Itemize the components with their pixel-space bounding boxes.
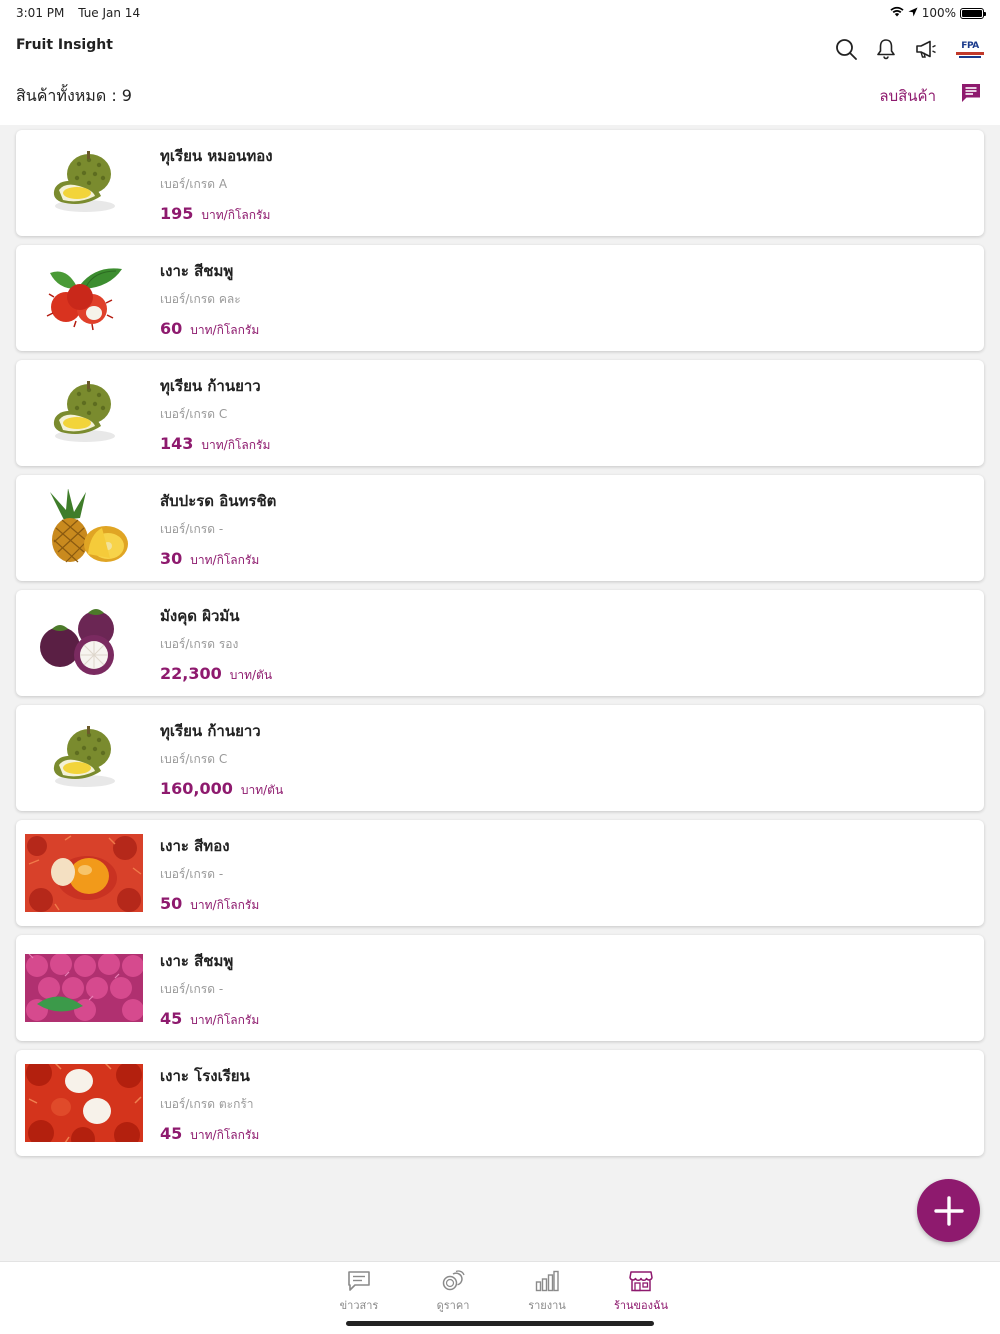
- product-price: 45 บาท/กิโลกรัม: [160, 1009, 259, 1030]
- product-price: 60 บาท/กิโลกรัม: [160, 319, 259, 340]
- product-image: [25, 374, 143, 452]
- product-price-value: 45: [160, 1124, 183, 1143]
- product-price-value: 160,000: [160, 779, 233, 798]
- tab-label: ดูราคา: [436, 1299, 470, 1312]
- status-date: Tue Jan 14: [78, 6, 141, 20]
- product-image: [25, 834, 143, 912]
- product-price-unit: บาท/กิโลกรัม: [190, 323, 260, 337]
- product-name: เงาะ สีทอง: [160, 837, 230, 855]
- product-price: 22,300 บาท/ตัน: [160, 664, 272, 685]
- battery-icon: [960, 7, 986, 19]
- product-price-unit: บาท/กิโลกรัม: [190, 898, 260, 912]
- header: Fruit Insight FPA สินค้าทั้งหมด : 9 ลบสิ…: [0, 26, 1000, 125]
- product-grade: เบอร์/เกรด C: [160, 752, 228, 766]
- product-price-value: 195: [160, 204, 194, 223]
- product-price-unit: บาท/กิโลกรัม: [190, 553, 260, 567]
- product-name: เงาะ สีชมพู: [160, 952, 234, 970]
- bar-chart-icon: [535, 1270, 559, 1292]
- product-card[interactable]: ทุเรียน ก้านยาว เบอร์/เกรด C 160,000 บาท…: [16, 705, 984, 811]
- product-image: [25, 949, 143, 1027]
- plus-icon: [933, 1195, 964, 1226]
- product-image: [25, 1064, 143, 1142]
- product-grade: เบอร์/เกรด C: [160, 407, 228, 421]
- search-icon[interactable]: [834, 37, 858, 61]
- delete-products-button[interactable]: ลบสินค้า: [879, 84, 936, 108]
- status-bar: 3:01 PM Tue Jan 14 100%: [0, 0, 1000, 26]
- tab-label: ร้านของฉัน: [613, 1299, 669, 1312]
- product-price-value: 60: [160, 319, 183, 338]
- app-title: Fruit Insight: [16, 37, 113, 53]
- product-name: เงาะ สีชมพู: [160, 262, 234, 280]
- product-card[interactable]: เงาะ สีทอง เบอร์/เกรด - 50 บาท/กิโลกรัม: [16, 820, 984, 926]
- product-grade: เบอร์/เกรด คละ: [160, 292, 241, 306]
- product-card[interactable]: สับปะรด อินทรชิต เบอร์/เกรด - 30 บาท/กิโ…: [16, 475, 984, 581]
- product-list: ทุเรียน หมอนทอง เบอร์/เกรด A 195 บาท/กิโ…: [16, 130, 984, 1165]
- wifi-icon: [890, 6, 904, 20]
- product-price: 50 บาท/กิโลกรัม: [160, 894, 259, 915]
- product-price-value: 143: [160, 434, 194, 453]
- product-price-unit: บาท/กิโลกรัม: [201, 438, 271, 452]
- product-price: 195 บาท/กิโลกรัม: [160, 204, 270, 225]
- product-card[interactable]: เงาะ สีชมพู เบอร์/เกรด - 45 บาท/กิโลกรัม: [16, 935, 984, 1041]
- product-price-unit: บาท/กิโลกรัม: [201, 208, 271, 222]
- product-card[interactable]: เงาะ โรงเรียน เบอร์/เกรด ตะกร้า 45 บาท/ก…: [16, 1050, 984, 1156]
- product-grade: เบอร์/เกรด รอง: [160, 637, 239, 651]
- product-card[interactable]: มังคุด ผิวมัน เบอร์/เกรด รอง 22,300 บาท/…: [16, 590, 984, 696]
- location-arrow-icon: [908, 6, 918, 20]
- message-icon[interactable]: [960, 82, 982, 104]
- tab-my-store[interactable]: ร้านของฉัน: [601, 1270, 681, 1314]
- fpa-logo-text: FPA: [961, 40, 979, 51]
- product-name: ทุเรียน ก้านยาว: [160, 722, 261, 740]
- home-indicator[interactable]: [346, 1321, 654, 1326]
- tab-prices[interactable]: ดูราคา: [413, 1270, 493, 1314]
- status-time: 3:01 PM: [16, 6, 65, 20]
- product-name: ทุเรียน ก้านยาว: [160, 377, 261, 395]
- product-card[interactable]: ทุเรียน หมอนทอง เบอร์/เกรด A 195 บาท/กิโ…: [16, 130, 984, 236]
- product-card[interactable]: เงาะ สีชมพู เบอร์/เกรด คละ 60 บาท/กิโลกร…: [16, 245, 984, 351]
- battery-percent: 100%: [921, 6, 956, 20]
- product-price-value: 22,300: [160, 664, 222, 683]
- tab-news[interactable]: ข่าวสาร: [319, 1270, 399, 1314]
- product-price: 30 บาท/กิโลกรัม: [160, 549, 259, 570]
- product-image: [25, 719, 143, 797]
- fpa-logo[interactable]: FPA: [954, 36, 986, 62]
- product-price-unit: บาท/กิโลกรัม: [190, 1013, 260, 1027]
- product-price-unit: บาท/ตัน: [229, 668, 273, 682]
- product-price-value: 45: [160, 1009, 183, 1028]
- news-icon: [348, 1271, 370, 1291]
- product-total-label: สินค้าทั้งหมด : 9: [16, 86, 132, 105]
- product-price-value: 50: [160, 894, 183, 913]
- product-grade: เบอร์/เกรด A: [160, 177, 228, 191]
- bell-icon[interactable]: [874, 37, 898, 61]
- megaphone-icon[interactable]: [914, 37, 938, 61]
- tab-label: ข่าวสาร: [339, 1299, 379, 1312]
- coins-icon: [442, 1270, 465, 1291]
- product-image: [25, 489, 143, 567]
- product-name: สับปะรด อินทรชิต: [160, 492, 277, 510]
- product-price-value: 30: [160, 549, 183, 568]
- product-price-unit: บาท/ตัน: [240, 783, 284, 797]
- add-product-button[interactable]: [917, 1179, 980, 1242]
- product-name: เงาะ โรงเรียน: [160, 1067, 250, 1085]
- product-price: 143 บาท/กิโลกรัม: [160, 434, 270, 455]
- product-image: [25, 144, 143, 222]
- product-grade: เบอร์/เกรด -: [160, 867, 224, 881]
- tab-label: รายงาน: [528, 1299, 566, 1312]
- product-name: มังคุด ผิวมัน: [160, 607, 240, 625]
- product-name: ทุเรียน หมอนทอง: [160, 147, 273, 165]
- product-grade: เบอร์/เกรด -: [160, 522, 224, 536]
- product-price: 45 บาท/กิโลกรัม: [160, 1124, 259, 1145]
- product-price: 160,000 บาท/ตัน: [160, 779, 283, 800]
- tab-reports[interactable]: รายงาน: [507, 1270, 587, 1314]
- product-grade: เบอร์/เกรด -: [160, 982, 224, 996]
- product-grade: เบอร์/เกรด ตะกร้า: [160, 1097, 254, 1111]
- store-icon: [629, 1271, 653, 1292]
- product-price-unit: บาท/กิโลกรัม: [190, 1128, 260, 1142]
- product-image: [25, 604, 143, 682]
- product-image: [25, 259, 143, 337]
- product-card[interactable]: ทุเรียน ก้านยาว เบอร์/เกรด C 143 บาท/กิโ…: [16, 360, 984, 466]
